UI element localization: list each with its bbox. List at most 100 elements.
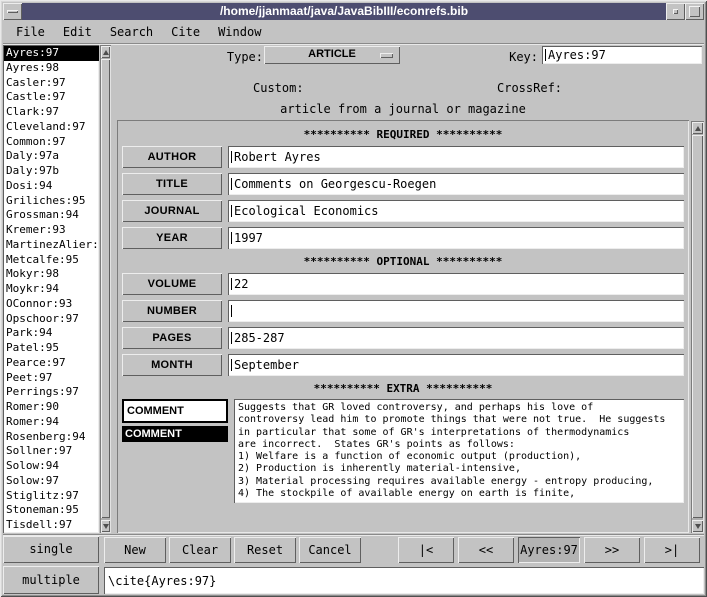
field-label-button[interactable]: NUMBER xyxy=(122,300,222,322)
nav-button[interactable]: >> xyxy=(584,537,640,563)
reference-list-item[interactable]: Park:94 xyxy=(4,326,99,341)
scrollbar-thumb[interactable] xyxy=(692,135,703,518)
minimize-icon xyxy=(673,9,678,14)
scroll-up-arrow-icon[interactable] xyxy=(101,46,110,58)
field-label-button[interactable]: PAGES xyxy=(122,327,222,349)
field-value: 285-287 xyxy=(234,331,285,345)
menu-item[interactable]: Search xyxy=(110,25,153,39)
extra-field-selector: COMMENT COMMENT xyxy=(122,399,228,442)
scroll-down-arrow-icon[interactable] xyxy=(101,520,110,532)
cite-input[interactable]: \cite{Ayres:97} xyxy=(104,567,704,594)
action-button[interactable]: Cancel xyxy=(299,537,361,563)
field-label-button[interactable]: AUTHOR xyxy=(122,146,222,168)
text-caret xyxy=(231,278,232,290)
field-label-button[interactable]: YEAR xyxy=(122,227,222,249)
reference-list-item[interactable]: MartinezAlier:9 xyxy=(4,238,99,253)
menu-item[interactable]: Cite xyxy=(171,25,200,39)
reference-list-item[interactable]: Patel:95 xyxy=(4,341,99,356)
minimize-button[interactable] xyxy=(666,3,685,20)
key-label: Key: xyxy=(501,50,538,64)
reference-list-item[interactable]: Romer:90 xyxy=(4,400,99,415)
reference-list-item[interactable]: Ayres:97 xyxy=(4,46,99,61)
nav-button[interactable]: Ayres:97 xyxy=(518,537,580,563)
text-caret xyxy=(231,332,232,344)
field-text-input[interactable]: 22 xyxy=(228,273,684,295)
reference-list-item[interactable]: Opschoor:97 xyxy=(4,312,99,327)
scrollbar-thumb[interactable] xyxy=(101,59,110,518)
menu-item[interactable]: Edit xyxy=(63,25,92,39)
reference-list-item[interactable]: OConnor:93 xyxy=(4,297,99,312)
reference-list-item[interactable]: Dosi:94 xyxy=(4,179,99,194)
list-scrollbar[interactable] xyxy=(100,45,111,533)
mode-single-button[interactable]: single xyxy=(3,536,99,563)
scroll-up-arrow-icon[interactable] xyxy=(692,122,703,134)
reference-list-item[interactable]: Stiglitz:97 xyxy=(4,489,99,504)
reference-list-item[interactable]: Metcalfe:95 xyxy=(4,253,99,268)
reference-list-item[interactable]: Pearce:97 xyxy=(4,356,99,371)
field-text-input[interactable]: 285-287 xyxy=(228,327,684,349)
reference-list-item[interactable]: Perrings:97 xyxy=(4,385,99,400)
scroll-down-arrow-icon[interactable] xyxy=(692,520,703,532)
field-label-button[interactable]: JOURNAL xyxy=(122,200,222,222)
required-fields: AUTHOR Robert Ayres TITLE Comments on Ge… xyxy=(122,146,684,249)
reference-list-item[interactable]: Daly:97a xyxy=(4,149,99,164)
reference-list-item[interactable]: Grossman:94 xyxy=(4,208,99,223)
text-caret xyxy=(231,178,232,190)
reference-list-item[interactable]: Ayres:98 xyxy=(4,61,99,76)
reference-list-item[interactable]: Casler:97 xyxy=(4,76,99,91)
extra-row: COMMENT COMMENT Suggests that GR loved c… xyxy=(122,399,684,503)
reference-list-item[interactable]: Rosenberg:94 xyxy=(4,430,99,445)
extra-field-combo-input[interactable]: COMMENT xyxy=(122,399,228,423)
reference-list-item[interactable]: Peet:97 xyxy=(4,371,99,386)
reference-list-item[interactable]: Kremer:93 xyxy=(4,223,99,238)
field-label-button[interactable]: VOLUME xyxy=(122,273,222,295)
reference-list-item[interactable]: Cleveland:97 xyxy=(4,120,99,135)
reference-list-item[interactable]: Sollner:97 xyxy=(4,444,99,459)
extra-field-option[interactable]: COMMENT xyxy=(122,426,228,442)
field-text-input[interactable] xyxy=(228,300,684,322)
reference-list-item[interactable]: Daly:97b xyxy=(4,164,99,179)
menu-item[interactable]: Window xyxy=(218,25,261,39)
reference-list-item[interactable]: Mokyr:98 xyxy=(4,267,99,282)
maximize-button[interactable] xyxy=(685,3,704,20)
reference-list: Ayres:97Ayres:98Casler:97Castle:97Clark:… xyxy=(3,45,99,533)
action-button[interactable]: New xyxy=(104,537,166,563)
comment-textarea[interactable]: Suggests that GR loved controversy, and … xyxy=(234,399,684,503)
entry-type-description: article from a journal or magazine xyxy=(117,102,689,116)
reference-list-item[interactable]: Common:97 xyxy=(4,135,99,150)
field-value: Comments on Georgescu-Roegen xyxy=(234,177,436,191)
reference-list-item[interactable]: Solow:97 xyxy=(4,474,99,489)
key-value: Ayres:97 xyxy=(548,48,606,62)
field-text-input[interactable]: Ecological Economics xyxy=(228,200,684,222)
nav-button[interactable]: |< xyxy=(398,537,454,563)
reference-list-item[interactable]: Griliches:95 xyxy=(4,194,99,209)
nav-button[interactable]: << xyxy=(458,537,514,563)
extra-section-header: ********** EXTRA ********** xyxy=(122,382,684,395)
footer-separator xyxy=(3,534,704,536)
field-text-input[interactable]: Comments on Georgescu-Roegen xyxy=(228,173,684,195)
text-caret xyxy=(231,359,232,371)
field-row: MONTH September xyxy=(122,354,684,376)
reference-list-item[interactable]: Solow:94 xyxy=(4,459,99,474)
reference-list-item[interactable]: Moykr:94 xyxy=(4,282,99,297)
reference-list-item[interactable]: Tisdell:97 xyxy=(4,518,99,533)
required-section-header: ********** REQUIRED ********** xyxy=(122,128,684,141)
field-label-button[interactable]: TITLE xyxy=(122,173,222,195)
panel-scrollbar[interactable] xyxy=(691,121,704,533)
nav-button[interactable]: >| xyxy=(644,537,700,563)
reference-list-item[interactable]: Clark:97 xyxy=(4,105,99,120)
window-menu-button[interactable] xyxy=(3,3,22,20)
reference-list-item[interactable]: Romer:94 xyxy=(4,415,99,430)
field-text-input[interactable]: Robert Ayres xyxy=(228,146,684,168)
action-button[interactable]: Reset xyxy=(234,537,296,563)
key-input[interactable]: Ayres:97 xyxy=(542,46,702,64)
entry-type-select[interactable]: ARTICLE xyxy=(264,46,400,64)
field-text-input[interactable]: 1997 xyxy=(228,227,684,249)
action-button[interactable]: Clear xyxy=(169,537,231,563)
field-text-input[interactable]: September xyxy=(228,354,684,376)
field-label-button[interactable]: MONTH xyxy=(122,354,222,376)
reference-list-item[interactable]: Castle:97 xyxy=(4,90,99,105)
mode-multiple-button[interactable]: multiple xyxy=(3,566,99,594)
reference-list-item[interactable]: Stoneman:95 xyxy=(4,503,99,518)
menu-item[interactable]: File xyxy=(16,25,45,39)
